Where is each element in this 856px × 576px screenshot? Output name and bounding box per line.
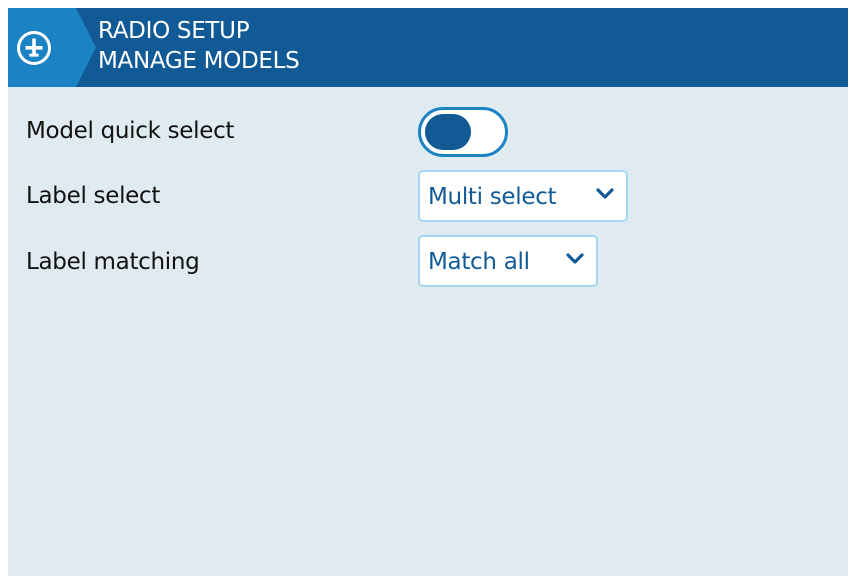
model-quick-select-toggle[interactable] — [418, 107, 508, 157]
model-quick-select-label: Model quick select — [26, 118, 235, 144]
label-select-value: Multi select — [428, 184, 557, 210]
label-matching-label: Label matching — [26, 249, 200, 275]
toggle-knob — [425, 114, 471, 150]
header-icon-tab[interactable] — [8, 8, 96, 87]
header-bar: RADIO SETUP MANAGE MODELS — [8, 8, 848, 87]
header-title-section: RADIO SETUP — [98, 18, 250, 44]
label-select-label: Label select — [26, 183, 161, 209]
label-matching-dropdown[interactable]: Match all — [418, 235, 598, 287]
header-title-page: MANAGE MODELS — [98, 48, 300, 74]
radio-screen: RADIO SETUP MANAGE MODELS Model quick se… — [8, 8, 848, 576]
label-matching-value: Match all — [428, 249, 530, 275]
chevron-down-icon — [566, 253, 584, 264]
page-title: RADIO SETUP MANAGE MODELS — [98, 16, 300, 76]
chevron-down-icon — [596, 188, 614, 199]
airplane-icon — [17, 31, 51, 65]
label-select-dropdown[interactable]: Multi select — [418, 170, 628, 222]
